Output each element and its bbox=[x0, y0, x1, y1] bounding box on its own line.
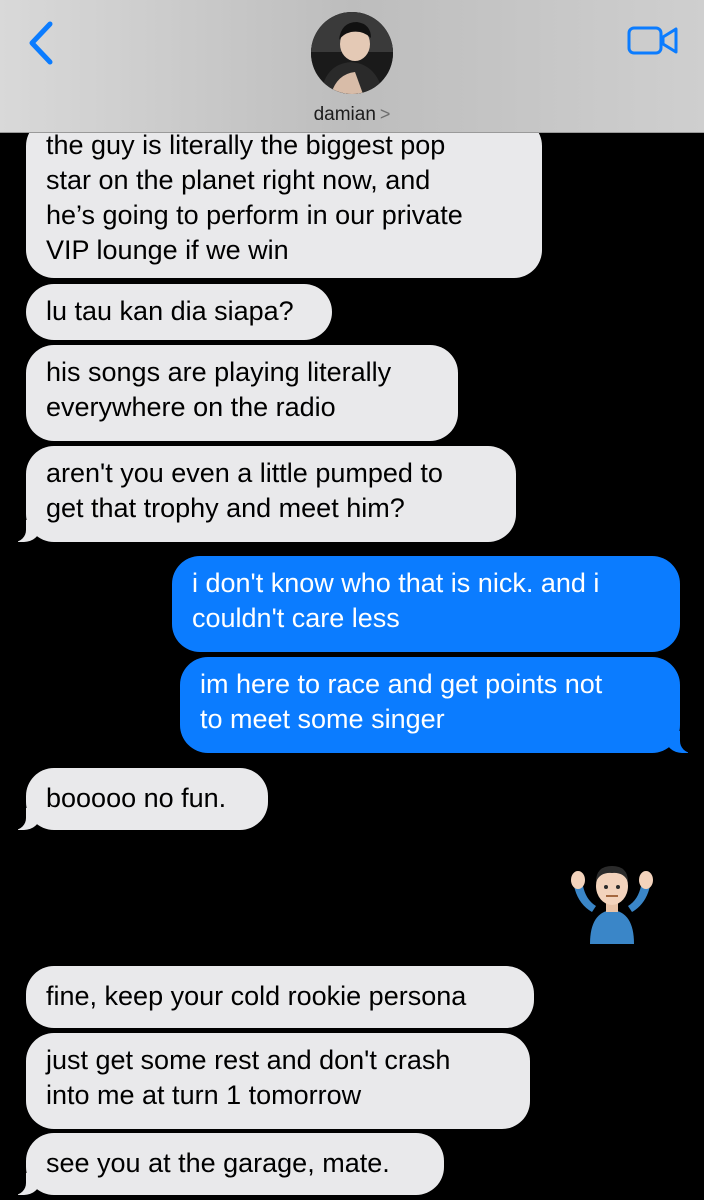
message-line: star on the planet right now, and bbox=[46, 165, 431, 195]
message-line: couldn't care less bbox=[192, 603, 400, 633]
message-bubble-outgoing[interactable]: i don't know who that is nick. and i cou… bbox=[172, 556, 680, 652]
message-line: i don't know who that is nick. and i bbox=[192, 568, 600, 598]
message-thread: the guy is literally the biggest pop sta… bbox=[0, 0, 704, 1200]
message-bubble-incoming[interactable]: the guy is literally the biggest pop sta… bbox=[26, 118, 542, 278]
message-line: im here to race and get points not bbox=[200, 669, 603, 699]
message-bubble-incoming[interactable]: fine, keep your cold rookie persona bbox=[26, 966, 534, 1028]
message-line: the guy is literally the biggest pop bbox=[46, 130, 446, 160]
message-line: aren't you even a little pumped to bbox=[46, 458, 443, 488]
avatar-photo-icon bbox=[311, 12, 393, 94]
contact-avatar[interactable] bbox=[311, 12, 393, 94]
shrug-emoji-message[interactable] bbox=[566, 860, 658, 944]
message-line: lu tau kan dia siapa? bbox=[46, 296, 294, 326]
message-line: see you at the garage, mate. bbox=[46, 1148, 390, 1178]
chevron-left-icon bbox=[29, 21, 53, 65]
message-line: he’s going to perform in our private bbox=[46, 200, 463, 230]
message-bubble-incoming[interactable]: aren't you even a little pumped to get t… bbox=[6, 446, 516, 542]
message-line: fine, keep your cold rookie persona bbox=[46, 981, 467, 1011]
message-bubble-incoming[interactable]: booooo no fun. bbox=[6, 768, 268, 830]
message-bubble-incoming[interactable]: lu tau kan dia siapa? bbox=[26, 284, 332, 340]
message-line: everywhere on the radio bbox=[46, 392, 336, 422]
message-bubble-outgoing[interactable]: im here to race and get points not to me… bbox=[180, 657, 700, 753]
contact-name-label: damian bbox=[313, 104, 376, 125]
message-bubble-incoming[interactable]: see you at the garage, mate. bbox=[6, 1133, 444, 1195]
message-line: just get some rest and don't crash bbox=[46, 1045, 451, 1075]
contact-name[interactable]: damian > bbox=[0, 104, 704, 126]
video-camera-icon bbox=[627, 26, 678, 55]
facetime-video-button[interactable] bbox=[626, 22, 680, 58]
message-bubble-incoming[interactable]: just get some rest and don't crash into … bbox=[26, 1033, 530, 1129]
message-bubble-incoming[interactable]: his songs are playing literally everywhe… bbox=[26, 345, 458, 441]
conversation-header: damian > bbox=[0, 0, 704, 133]
message-line: into me at turn 1 tomorrow bbox=[46, 1080, 362, 1110]
message-line: get that trophy and meet him? bbox=[46, 493, 405, 523]
chevron-right-icon: > bbox=[379, 104, 391, 124]
message-line: to meet some singer bbox=[200, 704, 445, 734]
message-line: VIP lounge if we win bbox=[46, 235, 289, 265]
back-button[interactable] bbox=[22, 18, 62, 68]
message-line: his songs are playing literally bbox=[46, 357, 392, 387]
message-line: booooo no fun. bbox=[46, 783, 227, 813]
person-shrugging-emoji-icon bbox=[571, 866, 653, 944]
